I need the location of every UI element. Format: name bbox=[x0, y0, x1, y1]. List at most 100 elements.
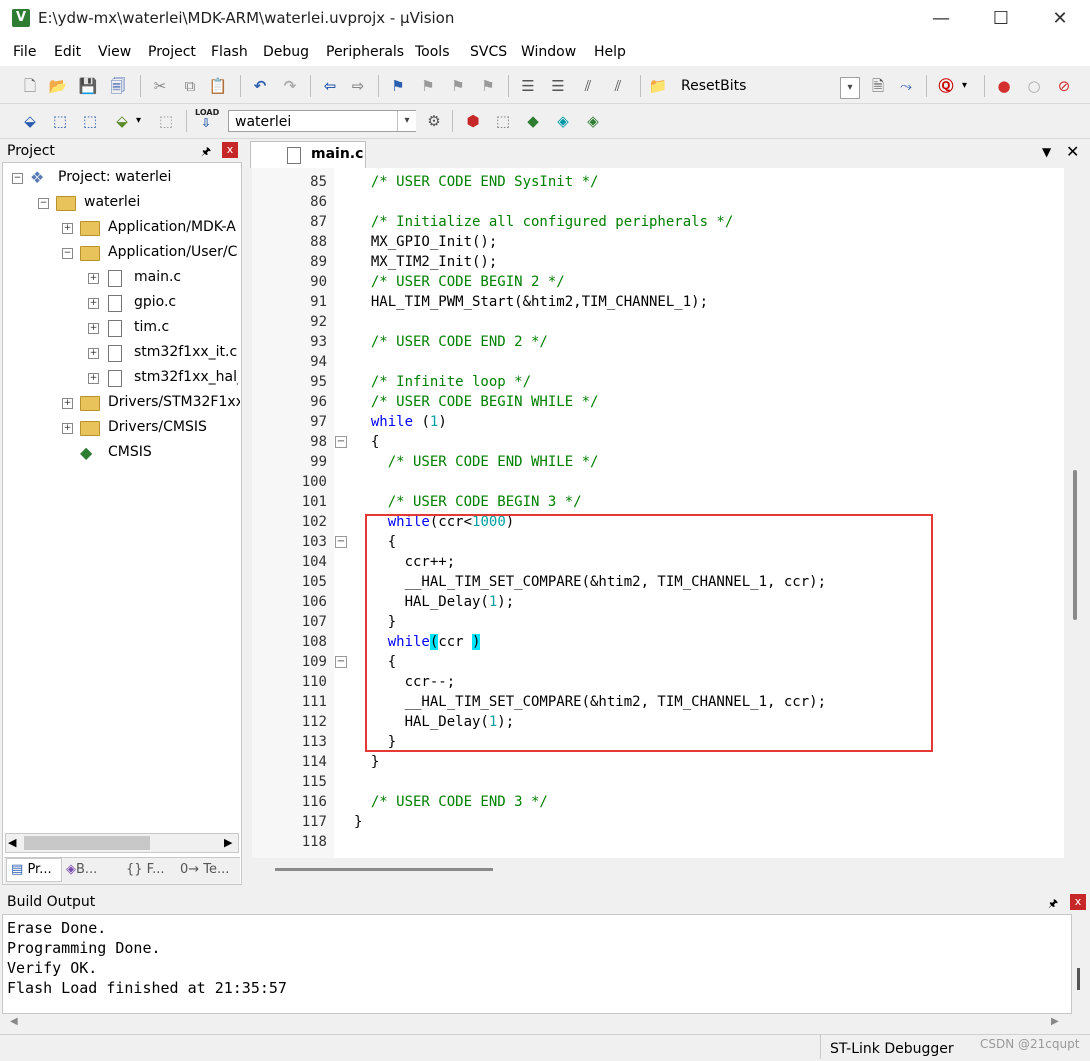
expand-icon[interactable]: + bbox=[88, 298, 99, 309]
scrollbar-thumb[interactable] bbox=[1077, 968, 1080, 990]
code-line[interactable]: 93 /* USER CODE END 2 */ bbox=[252, 332, 1064, 352]
menu-edit[interactable]: Edit bbox=[54, 44, 81, 60]
pack-installer-icon[interactable]: ◈ bbox=[583, 111, 603, 131]
breakpoint-icon[interactable]: ● bbox=[994, 76, 1014, 96]
tree-item-file[interactable]: + stm32f1xx_hal_r bbox=[88, 365, 238, 390]
select-software-packs-icon[interactable]: ◈ bbox=[553, 111, 573, 131]
code-line[interactable]: 98− { bbox=[252, 432, 1064, 452]
target-select[interactable]: waterlei bbox=[228, 110, 416, 132]
tab-project[interactable]: ▤ Pr... bbox=[6, 858, 62, 882]
scrollbar-thumb[interactable] bbox=[275, 868, 493, 871]
code-line[interactable]: 96 /* USER CODE BEGIN WHILE */ bbox=[252, 392, 1064, 412]
scroll-right-icon[interactable]: ▶ bbox=[224, 836, 232, 849]
code-line[interactable]: 94 bbox=[252, 352, 1064, 372]
code-line[interactable]: 114 } bbox=[252, 752, 1064, 772]
menu-debug[interactable]: Debug bbox=[263, 44, 309, 60]
menu-svcs[interactable]: SVCS bbox=[470, 44, 507, 60]
collapse-icon[interactable]: − bbox=[62, 248, 73, 259]
pin-icon[interactable]: 🖈 bbox=[1048, 895, 1058, 914]
expand-icon[interactable]: + bbox=[88, 348, 99, 359]
expand-icon[interactable]: + bbox=[88, 323, 99, 334]
incremental-find-icon[interactable]: ⤳ bbox=[896, 76, 916, 96]
code-line[interactable]: 115 bbox=[252, 772, 1064, 792]
open-folder-icon[interactable]: 📂 bbox=[48, 76, 68, 96]
prev-bookmark-icon[interactable]: ⚑ bbox=[418, 76, 438, 96]
cut-icon[interactable]: ✂ bbox=[150, 76, 170, 96]
code-line[interactable]: 88 MX_GPIO_Init(); bbox=[252, 232, 1064, 252]
code-line[interactable]: 86 bbox=[252, 192, 1064, 212]
expand-icon[interactable]: + bbox=[88, 373, 99, 384]
expand-icon[interactable]: + bbox=[62, 223, 73, 234]
save-all-icon[interactable]: 🗐 bbox=[108, 76, 128, 96]
code-line[interactable]: 91 HAL_TIM_PWM_Start(&htim2,TIM_CHANNEL_… bbox=[252, 292, 1064, 312]
code-line[interactable]: 89 MX_TIM2_Init(); bbox=[252, 252, 1064, 272]
navigate-forward-icon[interactable]: ⇨ bbox=[348, 76, 368, 96]
indent-icon[interactable]: ☰ bbox=[518, 76, 538, 96]
menu-window[interactable]: Window bbox=[521, 44, 576, 60]
tab-functions[interactable]: {} F... bbox=[126, 858, 164, 882]
menu-view[interactable]: View bbox=[98, 44, 131, 60]
copy-icon[interactable]: ⧉ bbox=[180, 76, 200, 96]
close-button[interactable]: ✕ bbox=[1030, 0, 1090, 38]
find-combo-dropdown-icon[interactable]: ▾ bbox=[840, 77, 860, 99]
expand-icon[interactable]: + bbox=[88, 273, 99, 284]
batch-build-dropdown-icon[interactable]: ▾ bbox=[136, 115, 141, 126]
code-line[interactable]: 118 bbox=[252, 832, 1064, 852]
scroll-right-icon[interactable]: ▶ bbox=[1051, 1016, 1059, 1027]
code-line[interactable]: 90 /* USER CODE BEGIN 2 */ bbox=[252, 272, 1064, 292]
navigate-back-icon[interactable]: ⇦ bbox=[320, 76, 340, 96]
batch-build-icon[interactable]: ⬙ bbox=[112, 111, 132, 131]
code-line[interactable]: 97 while (1) bbox=[252, 412, 1064, 432]
new-file-icon[interactable]: 🗋 bbox=[20, 76, 40, 96]
expand-icon[interactable]: + bbox=[62, 398, 73, 409]
build-icon[interactable]: ⬚ bbox=[50, 111, 70, 131]
clear-bookmarks-icon[interactable]: ⚑ bbox=[478, 76, 498, 96]
tab-templates[interactable]: 0→ Te... bbox=[180, 858, 229, 882]
paste-icon[interactable]: 📋 bbox=[208, 76, 228, 96]
code-line[interactable]: 95 /* Infinite loop */ bbox=[252, 372, 1064, 392]
find-combo-text[interactable]: ResetBits bbox=[681, 78, 746, 94]
tree-item-group[interactable]: + Drivers/STM32F1xx_ bbox=[62, 390, 240, 415]
menu-tools[interactable]: Tools bbox=[415, 44, 450, 60]
bookmark-icon[interactable]: ⚑ bbox=[388, 76, 408, 96]
minimize-button[interactable]: — bbox=[911, 0, 971, 38]
menu-project[interactable]: Project bbox=[148, 44, 196, 60]
close-tab-icon[interactable]: ✕ bbox=[1066, 142, 1079, 161]
code-line[interactable]: 92 bbox=[252, 312, 1064, 332]
rebuild-icon[interactable]: ⬚ bbox=[80, 111, 100, 131]
redo-icon[interactable]: ↷ bbox=[280, 76, 300, 96]
manage-rte-icon[interactable]: ◆ bbox=[523, 111, 543, 131]
menu-flash[interactable]: Flash bbox=[211, 44, 248, 60]
fold-collapse-icon[interactable]: − bbox=[335, 656, 347, 668]
load-download-icon[interactable]: LOAD ⇩ bbox=[195, 108, 219, 132]
unindent-icon[interactable]: ☰ bbox=[548, 76, 568, 96]
target-options-icon[interactable]: ⚙ bbox=[424, 111, 444, 131]
code-line[interactable]: 99 /* USER CODE END WHILE */ bbox=[252, 452, 1064, 472]
translate-icon[interactable]: ⬙ bbox=[20, 111, 40, 131]
undo-icon[interactable]: ↶ bbox=[250, 76, 270, 96]
disable-breakpoint-icon[interactable]: ○ bbox=[1024, 76, 1044, 96]
kill-breakpoints-icon[interactable]: ⊘ bbox=[1054, 76, 1074, 96]
maximize-button[interactable]: ☐ bbox=[971, 0, 1031, 38]
scroll-left-icon[interactable]: ◀ bbox=[8, 836, 16, 849]
build-output-close-button[interactable]: x bbox=[1070, 894, 1086, 910]
menu-peripherals[interactable]: Peripherals bbox=[326, 44, 404, 60]
debug-dropdown-icon[interactable]: ▾ bbox=[962, 80, 967, 91]
comment-icon[interactable]: ⫽ bbox=[578, 76, 598, 96]
menu-file[interactable]: File bbox=[13, 44, 36, 60]
find-icon[interactable]: 🗎 bbox=[868, 76, 888, 96]
file-extensions-icon[interactable]: ⬢ bbox=[463, 111, 483, 131]
debug-session-icon[interactable]: Ⓠ bbox=[936, 76, 956, 96]
code-line[interactable]: 85 /* USER CODE END SysInit */ bbox=[252, 172, 1064, 192]
scrollbar-thumb[interactable] bbox=[1073, 470, 1077, 620]
next-bookmark-icon[interactable]: ⚑ bbox=[448, 76, 468, 96]
tab-main-c[interactable]: main.c bbox=[250, 141, 366, 168]
scrollbar-thumb[interactable] bbox=[24, 836, 150, 850]
save-icon[interactable]: 💾 bbox=[78, 76, 98, 96]
collapse-icon[interactable]: − bbox=[12, 173, 23, 184]
find-in-files-icon[interactable]: 📁 bbox=[648, 76, 668, 96]
manage-components-icon[interactable]: ⬚ bbox=[493, 111, 513, 131]
scroll-left-icon[interactable]: ◀ bbox=[10, 1016, 18, 1027]
expand-icon[interactable]: + bbox=[62, 423, 73, 434]
fold-collapse-icon[interactable]: − bbox=[335, 536, 347, 548]
